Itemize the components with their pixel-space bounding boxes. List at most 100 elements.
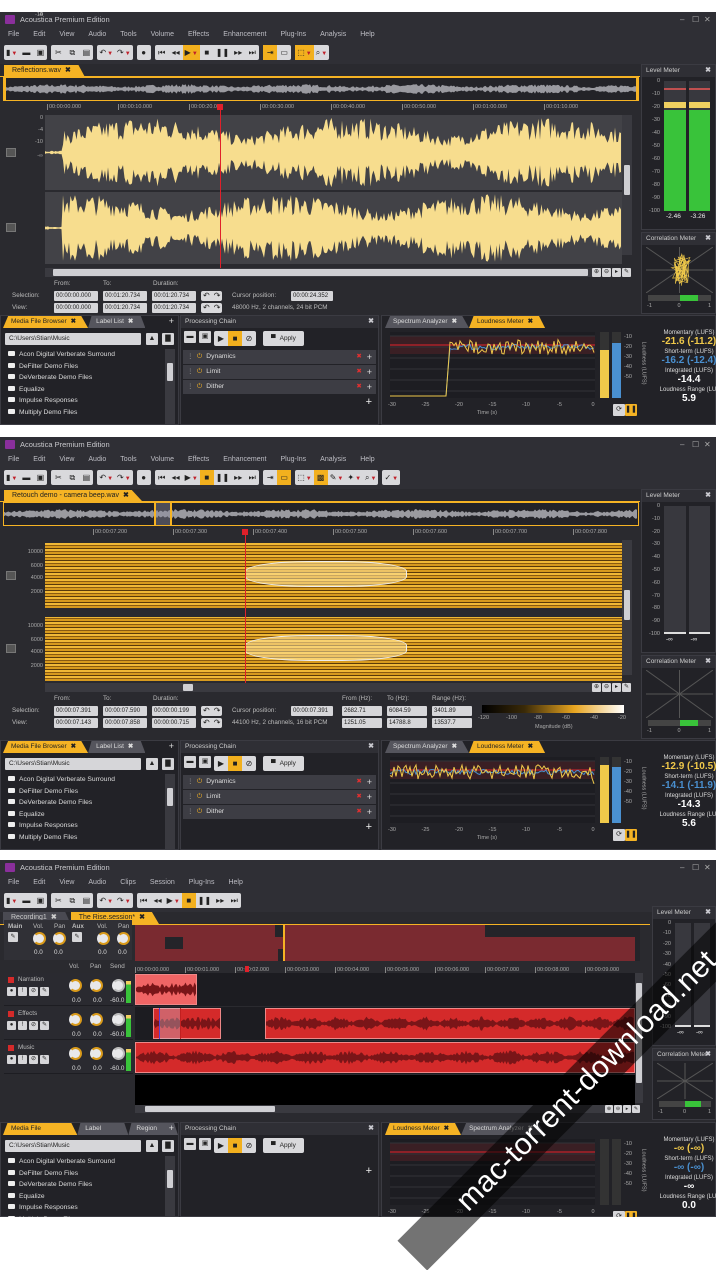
view-from-field[interactable]: 00:00:07.143 <box>54 718 98 728</box>
redo-button[interactable]: ↷▼ <box>115 893 133 908</box>
play-button[interactable]: ▶ <box>214 331 228 346</box>
settings-wrench-icon[interactable]: ✎ <box>622 683 631 692</box>
menu-view[interactable]: View <box>59 456 74 463</box>
drag-handle-icon[interactable]: ⋮ <box>187 350 194 364</box>
close-icon[interactable]: ✖ <box>452 318 457 325</box>
menu-analysis[interactable]: Analysis <box>320 31 346 38</box>
close-icon[interactable]: ✖ <box>528 318 533 325</box>
save-button[interactable]: ▣ <box>33 45 47 60</box>
track-solo-button[interactable]: ! <box>18 1055 27 1064</box>
zoom-in-icon[interactable]: ⊕ <box>592 268 601 277</box>
record-button[interactable]: ● <box>137 45 151 60</box>
close-icon[interactable]: ✖ <box>71 318 76 325</box>
chain-item-dynamics[interactable]: ⋮ ⏻ Dynamics ✖ + <box>183 775 376 789</box>
save-button[interactable]: ▣ <box>33 893 47 908</box>
channel-toggle-right[interactable] <box>6 644 16 653</box>
close-icon[interactable]: ✖ <box>139 914 145 921</box>
menu-volume[interactable]: Volume <box>151 456 174 463</box>
go-to-start-button[interactable]: ⏮ <box>155 470 169 485</box>
menu-clips[interactable]: Clips <box>120 879 136 886</box>
vertical-scrollbar[interactable] <box>622 115 632 255</box>
close-icon[interactable]: ✖ <box>368 317 374 325</box>
overview-waveform[interactable] <box>3 502 639 526</box>
stop-button[interactable]: ■ <box>181 893 196 908</box>
play-button[interactable]: ▶▼ <box>183 470 200 485</box>
chevron-down-icon[interactable]: ▼ <box>392 476 398 482</box>
close-icon[interactable]: ✖ <box>65 67 71 74</box>
menu-help[interactable]: Help <box>360 456 374 463</box>
bypass-button[interactable]: ⊘ <box>242 756 256 771</box>
menu-tools[interactable]: Tools <box>120 31 136 38</box>
zoom-out-icon[interactable]: ⊖ <box>614 1105 622 1113</box>
maximize-icon[interactable]: ☐ <box>692 860 699 875</box>
track-vol-knob[interactable] <box>69 1047 82 1060</box>
tab-spectrum-analyzer[interactable]: Spectrum Analyzer ✖ <box>385 741 470 753</box>
menu-help[interactable]: Help <box>228 879 242 886</box>
overview-view-range[interactable] <box>154 503 172 525</box>
pause-button[interactable]: ❚❚ <box>214 45 231 60</box>
drag-handle-icon[interactable]: ⋮ <box>187 805 194 819</box>
scroll-thumb[interactable] <box>167 363 173 381</box>
session-overview[interactable] <box>135 925 640 961</box>
paste-button[interactable]: ▤ <box>79 893 93 908</box>
chevron-down-icon[interactable]: ▼ <box>306 51 312 57</box>
maximize-icon[interactable]: ☐ <box>692 12 699 27</box>
list-item[interactable]: Acon Digital Verberate Surround <box>3 349 163 361</box>
audio-clip[interactable] <box>135 974 197 1005</box>
redo-button[interactable]: ↷▼ <box>115 470 133 485</box>
track-output-button[interactable]: ✎ <box>40 987 49 996</box>
cut-button[interactable]: ✂ <box>51 893 65 908</box>
chevron-down-icon[interactable]: ▼ <box>125 899 131 905</box>
track-pan-knob[interactable] <box>90 979 103 992</box>
open-preset-button[interactable]: ▬ <box>184 331 196 343</box>
save-preset-button[interactable]: ▣ <box>199 756 211 768</box>
close-icon[interactable]: ✖ <box>444 1125 449 1132</box>
chevron-down-icon[interactable]: ▼ <box>107 899 113 905</box>
hz-view-to-field[interactable]: 14788.8 <box>387 718 427 728</box>
path-select[interactable]: C:\Users\Stian\Music <box>5 1140 141 1152</box>
overview-view-range[interactable] <box>4 78 638 100</box>
track-solo-button[interactable]: ! <box>18 987 27 996</box>
magic-wand-button[interactable]: ✦▼ <box>345 470 363 485</box>
view-toggle-button[interactable]: ▭ <box>277 470 292 485</box>
rewind-button[interactable]: ◂◂ <box>169 45 183 60</box>
track-mute-button[interactable]: ⊘ <box>29 1021 38 1030</box>
tab-label-list[interactable]: Label List✖ <box>77 1123 129 1135</box>
channel-toggle-left[interactable] <box>6 147 16 157</box>
view-undo-button[interactable]: ↶ <box>201 718 212 728</box>
play-cursor-icon[interactable]: ▸ <box>623 1105 631 1113</box>
list-item[interactable]: Impulse Responses <box>3 820 163 832</box>
main-vol-knob[interactable] <box>33 932 46 945</box>
menu-plug-ins[interactable]: Plug-Ins <box>280 31 306 38</box>
tab-media-file-browser[interactable]: Media File Browser ✖ <box>3 316 89 328</box>
pause-button[interactable]: ❚❚ <box>214 470 231 485</box>
menu-file[interactable]: File <box>8 879 19 886</box>
view-to-field[interactable]: 00:00:07.858 <box>103 718 147 728</box>
main-pan-knob[interactable] <box>53 932 66 945</box>
parent-folder-button[interactable]: ▲ <box>146 758 158 770</box>
add-tab-icon[interactable]: + <box>169 741 174 751</box>
list-item[interactable]: DeFilter Demo Files <box>3 1168 163 1180</box>
menu-edit[interactable]: Edit <box>33 31 45 38</box>
paste-button[interactable]: ▤ <box>79 470 93 485</box>
new-file-button[interactable]: ▮▼ <box>4 470 19 485</box>
channel-left[interactable] <box>45 543 622 608</box>
chain-item-dynamics[interactable]: ⋮ ⏻ Dynamics ✖ + <box>183 350 376 364</box>
menu-help[interactable]: Help <box>360 31 374 38</box>
selection-duration-field[interactable]: 00:00:00.199 <box>152 706 196 716</box>
menu-edit[interactable]: Edit <box>33 879 45 886</box>
undo-button[interactable]: ↶▼ <box>97 45 115 60</box>
hz-view-from-field[interactable]: 1251.05 <box>342 718 382 728</box>
track-solo-button[interactable]: ! <box>18 1021 27 1030</box>
list-item[interactable]: Impulse Responses <box>3 1202 163 1214</box>
remove-icon[interactable]: ✖ <box>356 380 362 394</box>
folder-button[interactable]: ▇ <box>162 333 174 345</box>
tab-media-file-browser[interactable]: Media File Browser ✖ <box>3 741 89 753</box>
aux-pan-knob[interactable] <box>117 932 130 945</box>
open-preset-button[interactable]: ▬ <box>184 756 196 768</box>
menu-effects[interactable]: Effects <box>188 31 209 38</box>
new-file-button[interactable]: ▮▼ <box>4 893 19 908</box>
list-item[interactable]: DeVerberate Demo Files <box>3 797 163 809</box>
track-record-arm-button[interactable]: ● <box>7 1021 16 1030</box>
parent-folder-button[interactable]: ▲ <box>146 1140 158 1152</box>
